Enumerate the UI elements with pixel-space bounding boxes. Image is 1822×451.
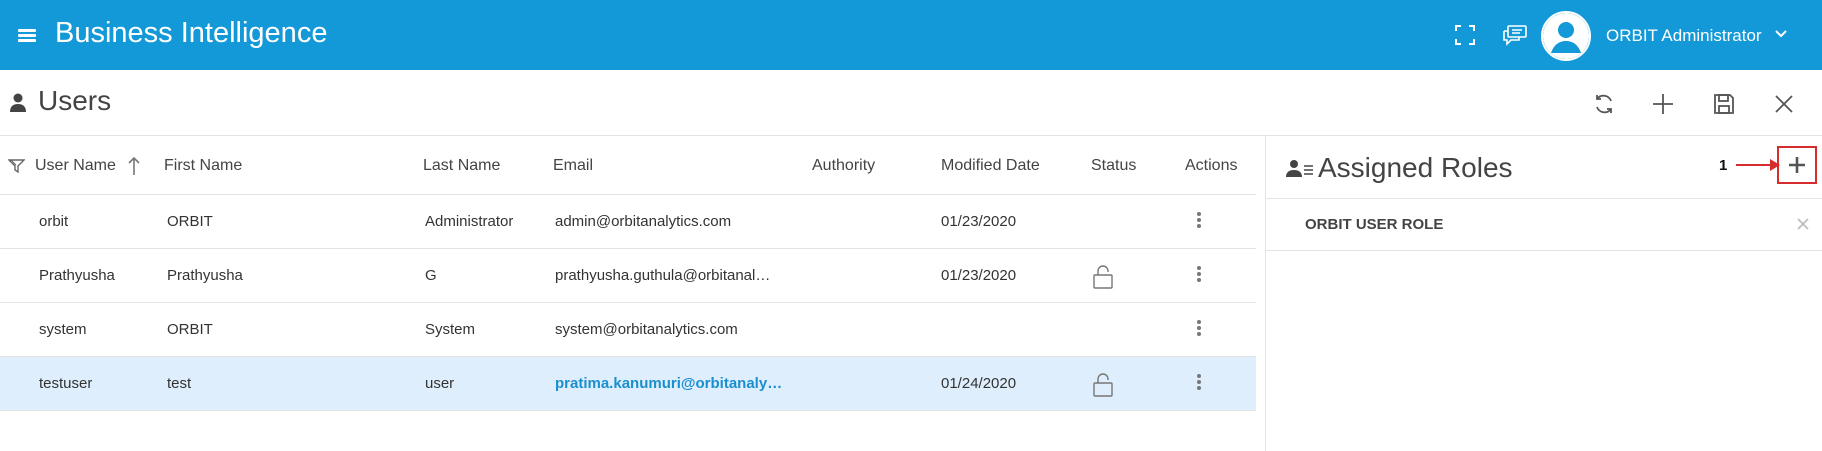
cell-user-name: testuser [39,375,93,392]
save-icon [1714,94,1734,114]
column-header-user-name[interactable]: User Name [35,156,116,176]
row-actions-icon[interactable] [1194,370,1204,394]
cell-email: system@orbitanalytics.com [555,321,738,338]
users-table: User Name First Name Last Name Email Aut… [0,136,1256,411]
chevron-down-icon[interactable] [1773,26,1789,42]
annotation-arrow-icon [1736,159,1780,171]
cell-email-link[interactable]: pratima.kanumuri@orbitanalyt… [555,374,785,394]
add-role-button[interactable] [1777,146,1817,184]
cell-last-name: user [425,375,455,392]
refresh-icon [1596,94,1612,114]
column-header-first-name[interactable]: First Name [164,156,242,176]
close-icon [1775,95,1793,113]
page-title: Users [38,85,112,116]
page-header: Users [0,70,1822,136]
sort-ascending-icon[interactable] [128,156,140,176]
hamburger-menu-icon[interactable] [18,29,36,42]
save-button[interactable] [1709,89,1739,119]
cell-first-name: Prathyusha [167,267,243,284]
role-name: ORBIT USER ROLE [1305,216,1444,233]
table-row[interactable]: orbit ORBIT Administrator admin@orbitana… [0,195,1256,249]
avatar[interactable] [1541,11,1591,61]
chat-icon[interactable] [1502,24,1528,46]
remove-role-icon[interactable] [1796,217,1810,231]
app-title: Business Intelligence [55,17,328,49]
cell-last-name: System [425,321,476,338]
row-actions-icon[interactable] [1194,208,1204,232]
cell-user-name: system [39,321,87,338]
user-avatar-icon [1543,13,1589,59]
user-icon [10,93,26,112]
row-actions-icon[interactable] [1194,262,1204,286]
table-row[interactable]: Prathyusha Prathyusha G prathyusha.guthu… [0,249,1256,303]
column-header-authority[interactable]: Authority [812,156,875,176]
plus-icon [1789,157,1805,173]
filter-icon[interactable] [8,158,25,174]
role-list-item: ORBIT USER ROLE [1266,199,1822,251]
cell-user-name: Prathyusha [39,267,115,284]
refresh-button[interactable] [1589,89,1619,119]
cell-last-name: G [425,267,437,284]
unlock-icon[interactable] [1092,372,1114,398]
cell-first-name: ORBIT [167,321,213,338]
cell-last-name: Administrator [425,213,514,230]
row-actions-icon[interactable] [1194,316,1204,340]
cell-modified-date: 01/24/2020 [941,375,1017,392]
assigned-roles-panel: Assigned Roles 1 ORBIT USER ROLE [1266,136,1822,451]
cell-email: admin@orbitanalytics.com [555,213,732,230]
cell-first-name: test [167,375,192,392]
column-header-modified-date[interactable]: Modified Date [941,156,1040,176]
column-header-email[interactable]: Email [553,156,593,176]
add-user-button[interactable] [1648,89,1678,119]
table-row[interactable]: system ORBIT System system@orbitanalytic… [0,303,1256,357]
fullscreen-icon[interactable] [1454,24,1476,46]
column-header-last-name[interactable]: Last Name [423,156,500,176]
table-row-selected[interactable]: testuser test user pratima.kanumuri@orbi… [0,357,1256,411]
cell-first-name: ORBIT [167,213,213,230]
table-header: User Name First Name Last Name Email Aut… [0,136,1256,195]
user-menu-label[interactable]: ORBIT Administrator [1606,26,1762,46]
cell-email: prathyusha.guthula@orbitanal… [555,267,771,284]
annotation-number: 1 [1719,157,1728,174]
unlock-icon[interactable] [1092,264,1114,290]
close-button[interactable] [1769,89,1799,119]
cell-modified-date: 01/23/2020 [941,267,1017,284]
assigned-roles-title: Assigned Roles [1318,152,1513,183]
assigned-roles-header: Assigned Roles 1 [1266,136,1822,199]
user-roles-icon [1286,160,1313,177]
top-bar: Business Intelligence ORBIT Administrato… [0,0,1822,70]
column-header-status[interactable]: Status [1091,156,1136,176]
column-header-actions: Actions [1185,157,1238,174]
cell-user-name: orbit [39,213,69,230]
cell-modified-date: 01/23/2020 [941,213,1017,230]
plus-icon [1653,94,1673,114]
